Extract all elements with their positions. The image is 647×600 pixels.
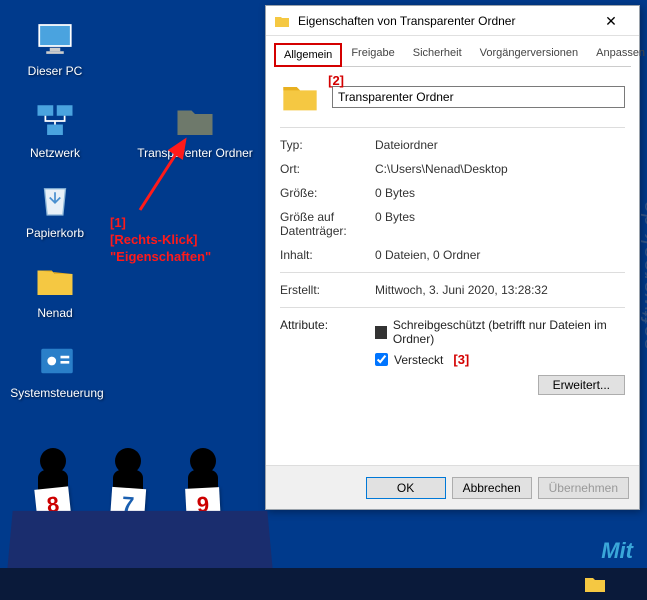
tab-general[interactable]: Allgemein [274,43,342,67]
value-size-on-disk: 0 Bytes [375,210,625,238]
folder-icon [34,260,76,302]
annotation-step2: [2] [328,73,344,88]
control-panel-icon [36,340,78,382]
checkbox-readonly-label: Schreibgeschützt (betrifft nur Dateien i… [393,318,625,346]
taskbar[interactable] [0,568,647,600]
dialog-title: Eigenschaften von Transparenter Ordner [298,14,591,28]
label-type: Typ: [280,138,375,152]
value-size: 0 Bytes [375,186,625,200]
judges-illustration: 8 7 9 [10,460,270,570]
label-size: Größe: [280,186,375,200]
label-attributes: Attribute: [280,318,375,395]
desktop-icon-network[interactable]: Netzwerk [10,100,100,160]
value-contains: 0 Dateien, 0 Ordner [375,248,625,262]
tab-customize[interactable]: Anpassen [587,42,647,66]
network-icon [34,100,76,142]
tab-security[interactable]: Sicherheit [404,42,471,66]
value-type: Dateiordner [375,138,625,152]
titlebar[interactable]: Eigenschaften von Transparenter Ordner ✕ [266,6,639,36]
desktop-icon-recycle-bin[interactable]: Papierkorb [10,180,100,240]
label-location: Ort: [280,162,375,176]
checkbox-readonly[interactable]: Schreibgeschützt (betrifft nur Dateien i… [375,318,625,346]
desktop-icon-label: Systemsteuerung [2,386,112,400]
watermark-text: softwareok.de [637,200,647,350]
tab-strip: Allgemein Freigabe Sicherheit Vorgängerv… [274,42,631,67]
label-created: Erstellt: [280,283,375,297]
tab-sharing[interactable]: Freigabe [342,42,403,66]
label-contains: Inhalt: [280,248,375,262]
close-button[interactable]: ✕ [591,7,631,35]
folder-icon [274,13,290,29]
value-location: C:\Users\Nenad\Desktop [375,162,625,176]
annotation-arrow [130,130,210,220]
folder-name-input[interactable] [332,86,625,108]
folder-large-icon: [2] [280,77,320,117]
checkbox-input[interactable] [375,353,388,366]
desktop-icon-control-panel[interactable]: Systemsteuerung [2,340,112,400]
desktop-icon-this-pc[interactable]: Dieser PC [10,18,100,78]
recycle-bin-icon [34,180,76,222]
cancel-button[interactable]: Abbrechen [452,477,532,499]
desktop-icon-label: Nenad [10,306,100,320]
ok-button[interactable]: OK [366,477,446,499]
branding-text: Mit [601,538,633,564]
desktop-icon-label: Dieser PC [10,64,100,78]
apply-button[interactable]: Übernehmen [538,477,629,499]
checkbox-hidden-label: Versteckt [394,353,443,367]
annotation-step3: [3] [453,352,469,367]
dialog-button-bar: OK Abbrechen Übernehmen [266,465,639,509]
advanced-button[interactable]: Erweitert... [538,375,625,395]
desktop-icon-label: Netzwerk [10,146,100,160]
checkbox-hidden[interactable]: Versteckt [3] [375,352,625,367]
annotation-step1: [1] [Rechts-Klick] "Eigenschaften" [110,215,211,266]
desktop-icon-user-folder[interactable]: Nenad [10,260,100,320]
properties-dialog: Eigenschaften von Transparenter Ordner ✕… [265,5,640,510]
tab-body-general: [2] Typ:Dateiordner Ort:C:\Users\Nenad\D… [266,67,639,411]
label-size-on-disk: Größe auf Datenträger: [280,210,375,238]
tab-previous-versions[interactable]: Vorgängerversionen [471,42,587,66]
taskbar-file-explorer-icon[interactable] [583,572,607,596]
checkbox-filled-icon [375,326,387,339]
value-created: Mittwoch, 3. Juni 2020, 13:28:32 [375,283,625,297]
desktop-icon-label: Papierkorb [10,226,100,240]
monitor-icon [34,18,76,60]
